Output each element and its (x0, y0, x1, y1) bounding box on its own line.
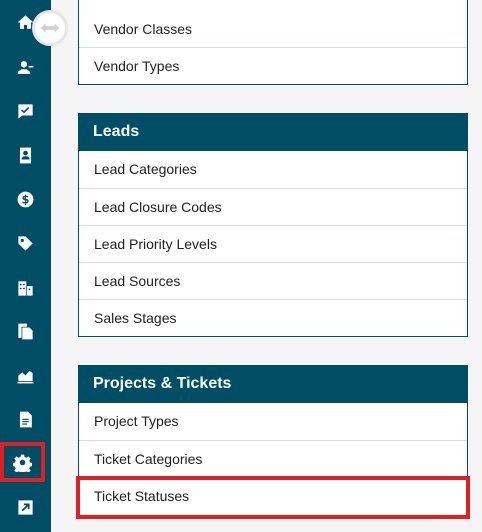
nav-files[interactable] (0, 401, 51, 438)
buildings-icon (18, 281, 33, 296)
projects-list: Project Types Ticket Categories Ticket S… (76, 403, 470, 519)
list-item[interactable]: Vendor Classes (79, 0, 467, 47)
gear-icon (13, 454, 32, 472)
list-item[interactable]: Project Types (79, 403, 467, 440)
list-item[interactable]: Vendor Types (79, 47, 467, 84)
leads-list: Lead Categories Lead Closure Codes Lead … (78, 151, 468, 337)
dollar-icon: $ (17, 191, 34, 208)
leads-card: Leads Lead Categories Lead Closure Codes… (78, 113, 468, 337)
collapse-toggle[interactable] (32, 10, 68, 46)
nav-reports[interactable] (0, 357, 51, 394)
external-link-icon (18, 500, 33, 515)
projects-tickets-card: Projects & Tickets Project Types Ticket … (76, 365, 470, 519)
address-book-icon (19, 147, 32, 164)
nav-companies[interactable] (0, 270, 51, 307)
nav-contacts[interactable] (0, 49, 51, 86)
list-item[interactable]: Lead Sources (79, 262, 467, 299)
nav-settings[interactable] (0, 442, 45, 482)
nav-documents[interactable] (0, 313, 51, 350)
card-title: Projects & Tickets (78, 365, 468, 403)
chart-icon (17, 370, 34, 384)
file-icon (19, 411, 32, 428)
tag-icon (18, 236, 33, 251)
card-title: Leads (78, 113, 468, 151)
nav-finance[interactable]: $ (0, 181, 51, 218)
nav-external[interactable] (0, 489, 51, 526)
list-item-highlighted[interactable]: Ticket Statuses (76, 476, 470, 519)
collapse-toggle-icon (40, 23, 60, 33)
documents-icon (18, 323, 33, 340)
vendors-card: Vendor Classes Vendor Types (78, 0, 468, 85)
sidebar: $ (0, 0, 51, 532)
list-item[interactable]: Lead Priority Levels (79, 225, 467, 262)
nav-address-book[interactable] (0, 137, 51, 174)
svg-text:$: $ (22, 193, 30, 206)
list-item[interactable]: Lead Categories (79, 151, 467, 188)
nav-tasks[interactable] (0, 93, 51, 130)
chat-check-icon (18, 104, 33, 119)
contacts-icon (17, 61, 34, 74)
vendors-list: Vendor Classes Vendor Types (78, 0, 468, 85)
list-item[interactable]: Sales Stages (79, 299, 467, 336)
nav-leads[interactable] (0, 225, 51, 262)
list-item[interactable]: Ticket Categories (79, 440, 467, 477)
list-item[interactable]: Lead Closure Codes (79, 188, 467, 225)
